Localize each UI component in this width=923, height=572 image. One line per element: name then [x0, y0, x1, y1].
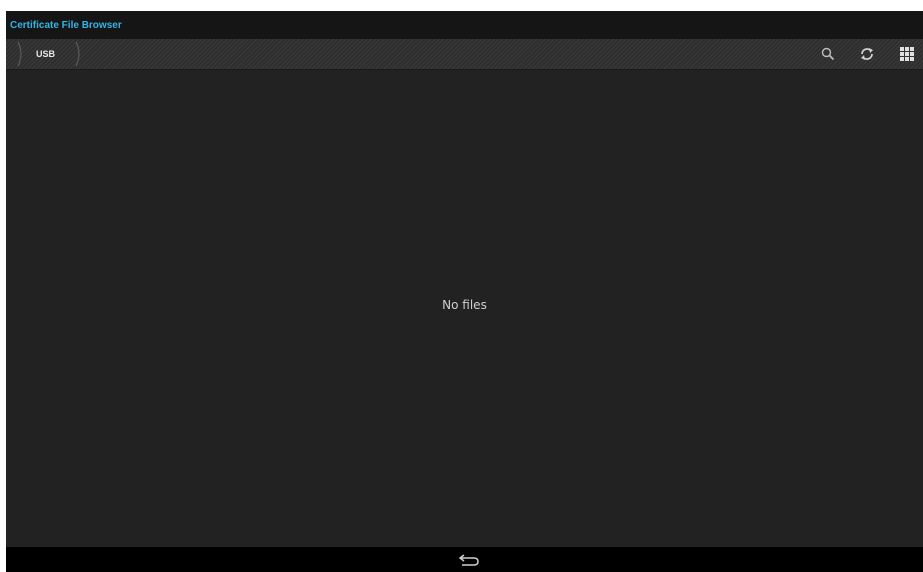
app-title: Certificate File Browser	[10, 20, 122, 31]
grid-view-button[interactable]	[892, 39, 922, 69]
app-screen: Certificate File Browser USB No files	[6, 11, 923, 572]
title-bar: Certificate File Browser	[6, 11, 923, 39]
refresh-icon	[861, 48, 873, 60]
grid-view-icon	[900, 47, 914, 61]
file-list-area: No files	[6, 70, 923, 547]
refresh-button[interactable]	[852, 39, 882, 69]
back-button[interactable]	[454, 550, 484, 570]
back-icon	[458, 554, 479, 566]
breadcrumb-separator-icon	[74, 39, 84, 69]
empty-message: No files	[442, 298, 487, 312]
breadcrumb-toolbar: USB	[6, 39, 923, 70]
search-icon	[821, 47, 835, 61]
search-button[interactable]	[813, 39, 843, 69]
breadcrumb-separator-icon	[16, 39, 26, 69]
breadcrumb-item-usb[interactable]: USB	[28, 39, 63, 69]
navigation-bar	[6, 547, 923, 572]
